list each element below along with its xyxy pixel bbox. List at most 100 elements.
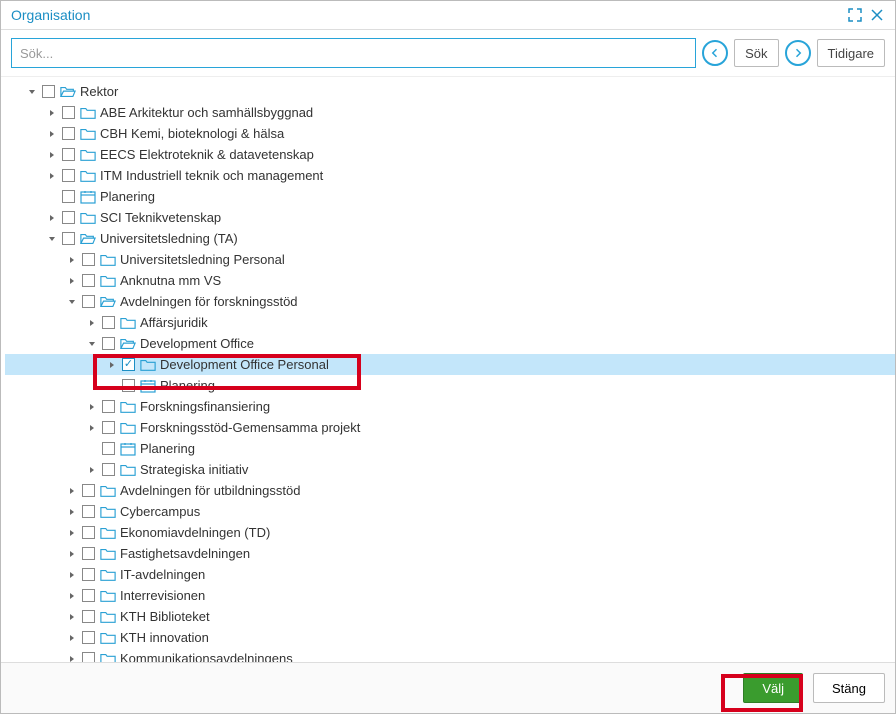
tree-label[interactable]: Forskningsstöd-Gemensamma projekt: [140, 420, 360, 435]
expand-icon[interactable]: [847, 7, 863, 23]
toggle-icon[interactable]: [65, 654, 79, 663]
toggle-icon[interactable]: [65, 549, 79, 559]
tree-label[interactable]: Fastighetsavdelningen: [120, 546, 250, 561]
tree-scroll[interactable]: Rektor ABE Arkitektur och samhällsbyggnad…: [1, 77, 895, 662]
tree-label[interactable]: SCI Teknikvetenskap: [100, 210, 221, 225]
tree-label[interactable]: Strategiska initiativ: [140, 462, 248, 477]
tree-row[interactable]: Strategiska initiativ: [5, 459, 895, 480]
checkbox[interactable]: [102, 316, 115, 329]
tree-label[interactable]: Planering: [100, 189, 155, 204]
toggle-icon[interactable]: [85, 465, 99, 475]
tree-label[interactable]: EECS Elektroteknik & datavetenskap: [100, 147, 314, 162]
tree-row[interactable]: Planering: [5, 186, 895, 207]
tree-label[interactable]: Cybercampus: [120, 504, 200, 519]
tree-label[interactable]: Planering: [140, 441, 195, 456]
tree-label[interactable]: Planering: [160, 378, 215, 393]
toggle-icon[interactable]: [105, 360, 119, 370]
search-button[interactable]: Sök: [734, 39, 778, 67]
toggle-icon[interactable]: [65, 255, 79, 265]
tree-row[interactable]: Anknutna mm VS: [5, 270, 895, 291]
toggle-icon[interactable]: [65, 528, 79, 538]
tree-row[interactable]: SCI Teknikvetenskap: [5, 207, 895, 228]
search-back-icon[interactable]: [702, 40, 728, 66]
toggle-icon[interactable]: [45, 129, 59, 139]
tree-row[interactable]: KTH innovation: [5, 627, 895, 648]
checkbox[interactable]: [62, 211, 75, 224]
checkbox[interactable]: [82, 589, 95, 602]
tree-label[interactable]: Rektor: [80, 84, 118, 99]
toggle-icon[interactable]: [65, 570, 79, 580]
toggle-icon[interactable]: [65, 486, 79, 496]
tree-row[interactable]: Avdelningen för forskningsstöd: [5, 291, 895, 312]
tree-label[interactable]: Kommunikationsavdelningens: [120, 651, 293, 662]
tree-label[interactable]: KTH innovation: [120, 630, 209, 645]
checkbox[interactable]: [82, 652, 95, 662]
tree-row[interactable]: CBH Kemi, bioteknologi & hälsa: [5, 123, 895, 144]
tree-row[interactable]: Fastighetsavdelningen: [5, 543, 895, 564]
checkbox[interactable]: [102, 400, 115, 413]
tree-label[interactable]: ABE Arkitektur och samhällsbyggnad: [100, 105, 313, 120]
checkbox[interactable]: [62, 127, 75, 140]
toggle-icon[interactable]: [45, 213, 59, 223]
toggle-icon[interactable]: [85, 402, 99, 412]
tree-label[interactable]: Development Office: [140, 336, 254, 351]
tree-label[interactable]: Forskningsfinansiering: [140, 399, 270, 414]
tree-label[interactable]: Interrevisionen: [120, 588, 205, 603]
tree-label[interactable]: ITM Industriell teknik och management: [100, 168, 323, 183]
tree-label[interactable]: Anknutna mm VS: [120, 273, 221, 288]
checkbox[interactable]: [82, 568, 95, 581]
toggle-icon[interactable]: [45, 234, 59, 244]
tree-label[interactable]: Avdelningen för utbildningsstöd: [120, 483, 300, 498]
tree-row[interactable]: Planering: [5, 438, 895, 459]
toggle-icon[interactable]: [25, 87, 39, 97]
tree-label[interactable]: Development Office Personal: [160, 357, 329, 372]
tree-label[interactable]: Affärsjuridik: [140, 315, 208, 330]
checkbox[interactable]: [82, 505, 95, 518]
tree-row[interactable]: Rektor: [5, 81, 895, 102]
search-forward-icon[interactable]: [785, 40, 811, 66]
toggle-icon[interactable]: [65, 276, 79, 286]
close-button[interactable]: Stäng: [813, 673, 885, 703]
toggle-icon[interactable]: [85, 318, 99, 328]
tree-row[interactable]: KTH Biblioteket: [5, 606, 895, 627]
toggle-icon[interactable]: [45, 171, 59, 181]
checkbox[interactable]: [102, 442, 115, 455]
toggle-icon[interactable]: [65, 633, 79, 643]
checkbox[interactable]: [82, 610, 95, 623]
tree-label[interactable]: Universitetsledning Personal: [120, 252, 285, 267]
checkbox[interactable]: [62, 106, 75, 119]
toggle-icon[interactable]: [65, 612, 79, 622]
checkbox[interactable]: [42, 85, 55, 98]
tree-row[interactable]: Universitetsledning (TA): [5, 228, 895, 249]
toggle-icon[interactable]: [85, 423, 99, 433]
tree-row[interactable]: Forskningsstöd-Gemensamma projekt: [5, 417, 895, 438]
toggle-icon[interactable]: [85, 339, 99, 349]
close-icon[interactable]: [869, 7, 885, 23]
checkbox[interactable]: [82, 547, 95, 560]
tree-row[interactable]: Development Office: [5, 333, 895, 354]
checkbox[interactable]: [102, 463, 115, 476]
tree-label[interactable]: CBH Kemi, bioteknologi & hälsa: [100, 126, 284, 141]
checkbox[interactable]: [82, 526, 95, 539]
checkbox[interactable]: [82, 274, 95, 287]
tree-row[interactable]: ITM Industriell teknik och management: [5, 165, 895, 186]
tree-row[interactable]: ABE Arkitektur och samhällsbyggnad: [5, 102, 895, 123]
tree-row[interactable]: Affärsjuridik: [5, 312, 895, 333]
tree-row[interactable]: EECS Elektroteknik & datavetenskap: [5, 144, 895, 165]
search-input[interactable]: [11, 38, 696, 68]
tree-row[interactable]: Forskningsfinansiering: [5, 396, 895, 417]
checkbox[interactable]: [82, 484, 95, 497]
tree-row[interactable]: Avdelningen för utbildningsstöd: [5, 480, 895, 501]
tree-row[interactable]: Planering: [5, 375, 895, 396]
tree-label[interactable]: KTH Biblioteket: [120, 609, 210, 624]
tree-row[interactable]: Kommunikationsavdelningens: [5, 648, 895, 662]
tree-row[interactable]: Ekonomiavdelningen (TD): [5, 522, 895, 543]
checkbox[interactable]: [102, 421, 115, 434]
checkbox[interactable]: [62, 148, 75, 161]
checkbox[interactable]: [82, 253, 95, 266]
toggle-icon[interactable]: [45, 108, 59, 118]
checkbox[interactable]: [82, 631, 95, 644]
toggle-icon[interactable]: [45, 150, 59, 160]
checkbox[interactable]: [122, 358, 135, 371]
checkbox[interactable]: [62, 190, 75, 203]
